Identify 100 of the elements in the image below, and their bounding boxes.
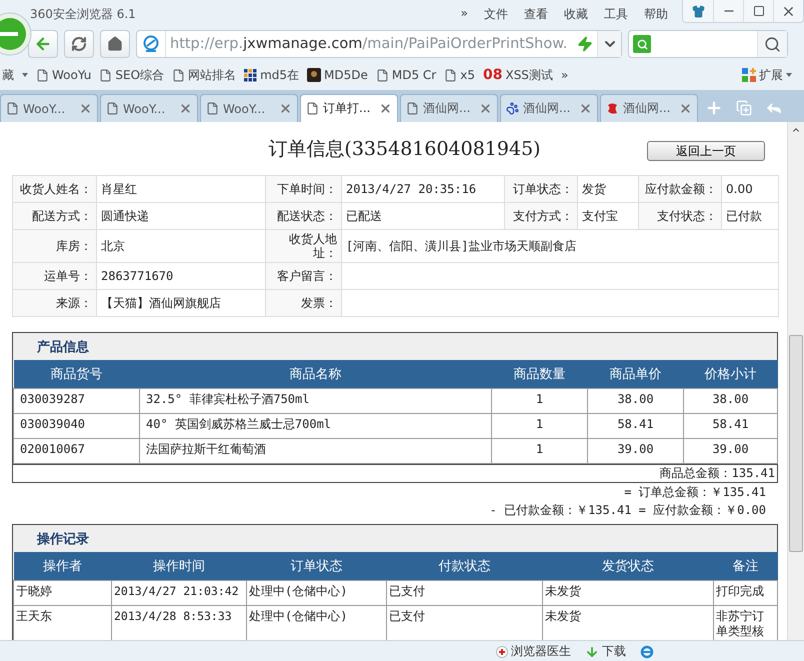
scrollbar[interactable] [787,122,804,640]
field-value: 肖星红 [96,176,266,202]
page-icon [99,68,112,82]
search-engine-icon[interactable] [633,35,651,53]
column-header: 商品货号 [14,360,140,388]
home-button[interactable] [100,30,130,58]
close-icon[interactable] [479,102,492,115]
table-cell: 39.00 [684,438,778,464]
back-button[interactable] [28,30,58,58]
field-label: 下单时间： [266,176,342,202]
field-label: 发票： [266,290,342,316]
table-cell: 法国萨拉斯干红葡萄酒 [140,438,492,464]
photo-icon [307,68,322,82]
browser-tab[interactable]: WooY... [0,94,98,122]
dropdown-button[interactable] [597,31,621,57]
lightning-icon [577,36,593,52]
bookmark-link[interactable]: x5 [444,68,475,82]
page-icon [106,102,119,115]
search-icon [764,36,781,52]
window-title: 360安全浏览器 6.1 [30,6,137,22]
search-field[interactable] [628,30,788,58]
field-label: 收货人地址： [266,230,342,262]
browser-tab[interactable]: 酒仙网... [600,94,698,122]
field-label: 应付款金额： [638,176,722,202]
back-page-button[interactable]: 返回上一页 [647,141,765,161]
table-cell: 030039287 [14,388,140,414]
bookmark-link[interactable]: WooYu [36,68,92,82]
browser-tab[interactable]: 酒仙网... [500,94,598,122]
bookmark-link[interactable]: 网站排名 [172,66,236,84]
browser-tab[interactable]: WooY... [100,94,198,122]
bookmark-link[interactable]: SEO综合 [99,66,164,84]
field-label: 来源： [12,290,96,316]
favorites-menu[interactable]: 藏 [2,66,14,84]
page-icon [206,102,219,115]
field-label: 配送方式： [12,202,96,230]
more-bookmarks[interactable]: » [560,68,568,82]
column-header: 商品数量 [492,360,588,388]
bookmark-link[interactable]: md5在 [244,66,300,84]
table-cell: 于晓婷 [14,580,112,606]
address-bar[interactable]: http://erp.jxwmanage.com/main/PaiPaiOrderPrintShow. [136,30,622,58]
menu-item[interactable]: 工具 [604,6,628,22]
browser-doctor-button[interactable]: 浏览器医生 [496,643,571,660]
refresh-button[interactable] [64,30,94,58]
menu-item[interactable]: 查看 [524,6,548,22]
menu-item[interactable]: 帮助 [644,6,668,22]
field-value: 发货 [578,176,638,202]
browser-tab[interactable]: 酒仙网... [400,94,498,122]
field-label: 支付状态： [638,202,722,230]
column-header: 商品名称 [140,360,492,388]
plus-icon [496,646,508,658]
table-cell: 39.00 [588,438,684,464]
site-mark: 08 [482,67,502,83]
page-title: 订单信息(335481604081945) [267,136,541,162]
extensions-menu[interactable]: 扩展 [742,66,792,84]
field-value: 支付宝 [578,202,638,230]
field-value: 0.00 [722,176,778,202]
field-label: 库房： [12,230,96,262]
table-cell: 38.00 [684,388,778,414]
grid-icon [244,68,258,82]
field-value: 2013/4/27 20:35:16 [342,176,504,202]
paw-icon [506,102,519,115]
menu-item[interactable]: » [460,6,468,22]
download-button[interactable]: 下载 [585,643,626,660]
column-header: 操作者 [14,552,112,580]
field-value: 【天猫】酒仙网旗舰店 [96,290,266,316]
close-icon[interactable] [79,102,92,115]
table-cell: 2013/4/27 21:03:42 [112,580,246,606]
page-icon [306,102,319,115]
field-label: 运单号： [12,262,96,290]
menu-item[interactable]: 收藏 [564,6,588,22]
close-icon[interactable] [279,102,292,115]
bookmark-link[interactable]: MD5 Cr [376,68,436,82]
browser-icon[interactable] [640,644,654,658]
menu-item[interactable]: 文件 [484,6,508,22]
browser-tab[interactable]: WooY... [200,94,298,122]
site-icon [142,35,160,53]
field-label: 配送状态： [266,202,342,230]
close-icon[interactable] [179,102,192,115]
browser-tab[interactable]: 订单打... [300,94,398,122]
close-icon[interactable] [379,102,392,115]
search-button[interactable] [757,31,787,57]
close-icon[interactable] [679,102,692,115]
field-value: 已付款 [722,202,778,230]
table-cell: 030039040 [14,414,140,438]
field-label: 支付方式： [504,202,578,230]
page-icon [6,102,19,115]
product-total: 商品总金额：135.41 [660,466,775,480]
field-value: 已配送 [342,202,504,230]
column-header: 订单状态 [246,552,386,580]
caret-icon [786,73,792,77]
field-label: 收货人姓名： [12,176,96,202]
field-label: 客户留言： [266,262,342,290]
column-header: 操作时间 [112,552,246,580]
bookmark-link[interactable]: MD5De [307,68,368,82]
order-total: = 订单总金额：￥135.41 [624,485,767,499]
close-icon[interactable] [579,102,592,115]
table-cell: 1 [492,414,588,438]
bookmark-link[interactable]: 08 XSS测试 [482,66,553,84]
table-cell: 38.00 [588,388,684,414]
extensions-icon [742,68,756,82]
